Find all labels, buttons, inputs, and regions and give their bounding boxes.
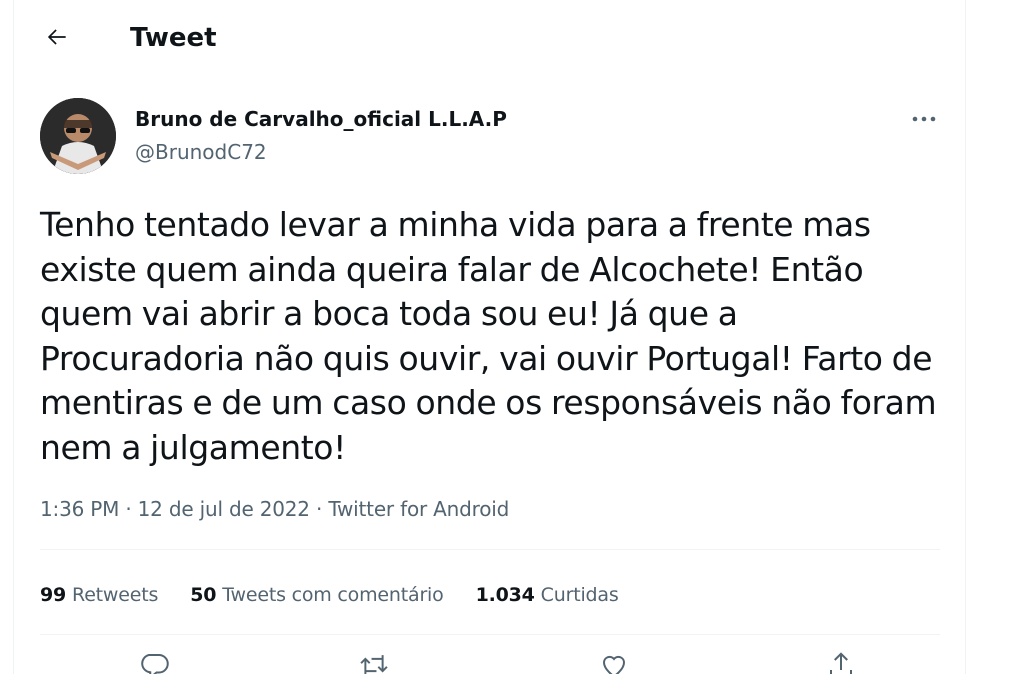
quote-tweets-count: 50	[190, 584, 217, 606]
quote-tweets-label: Tweets com comentário	[222, 584, 444, 606]
retweet-button[interactable]	[354, 650, 394, 674]
share-button[interactable]	[821, 650, 861, 674]
back-button[interactable]	[40, 20, 74, 54]
retweets-label: Retweets	[72, 584, 159, 606]
tweet-source[interactable]: Twitter for Android	[328, 497, 509, 521]
tweet-text: Tenho tentado levar a minha vida para a …	[40, 203, 950, 470]
arrow-left-icon	[47, 29, 66, 45]
tweet-text-line: Procuradoria não quis ouvir, vai ouvir P…	[40, 338, 933, 378]
avatar[interactable]	[40, 98, 116, 174]
likes-stat[interactable]: 1.034 Curtidas	[476, 580, 619, 610]
tweet-timestamp[interactable]: 1:36 PM · 12 de jul de 2022 ·	[40, 497, 328, 521]
like-button[interactable]	[594, 650, 634, 674]
heart-icon	[602, 655, 626, 674]
reply-button[interactable]	[134, 650, 174, 674]
tweet-text-line: Tenho tentado levar a minha vida para a …	[40, 205, 871, 244]
tweet-column: Tweet Bruno de Carvalho_oficial L.L.A.P …	[13, 0, 966, 674]
avatar-image	[40, 98, 116, 174]
tweet-text-line: nem a julgamento!	[40, 427, 346, 467]
more-options-button[interactable]	[907, 106, 941, 132]
share-icon	[830, 652, 852, 674]
page-title: Tweet	[130, 23, 217, 53]
tweet-text-line: existe quem ainda queira falar de Alcoch…	[40, 249, 864, 289]
retweets-stat[interactable]: 99 Retweets	[40, 580, 158, 610]
author-handle[interactable]: @BrunodC72	[135, 139, 267, 165]
tweet-stats: 99 Retweets 50 Tweets com comentário 1.034…	[40, 580, 619, 610]
tweet-text-line: quem vai abrir a boca toda sou eu! Já qu…	[40, 294, 738, 333]
tweet-actions	[40, 650, 940, 674]
quote-tweets-stat[interactable]: 50 Tweets com comentário	[190, 580, 444, 610]
likes-label: Curtidas	[540, 584, 619, 606]
divider	[40, 549, 940, 550]
likes-count: 1.034	[475, 584, 535, 606]
divider	[40, 634, 940, 635]
retweet-icon	[360, 655, 388, 674]
more-horizontal-icon	[912, 116, 936, 122]
tweet-text-line: mentiras e de um caso onde os responsáve…	[40, 383, 937, 422]
reply-icon	[141, 654, 169, 674]
tweet-metadata: 1:36 PM · 12 de jul de 2022 · Twitter fo…	[40, 494, 509, 524]
author-display-name[interactable]: Bruno de Carvalho_oficial L.L.A.P	[135, 106, 507, 132]
retweets-count: 99	[40, 584, 67, 606]
page: Tweet Bruno de Carvalho_oficial L.L.A.P …	[0, 0, 1011, 674]
header: Tweet	[14, 0, 965, 76]
